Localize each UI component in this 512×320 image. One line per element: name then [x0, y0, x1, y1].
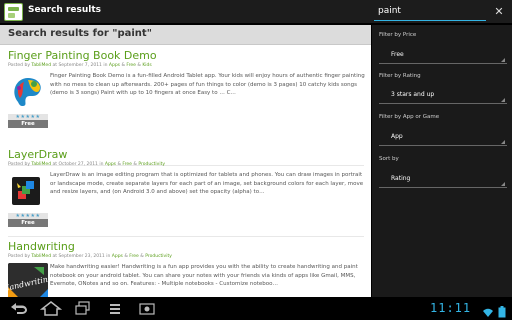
- back-icon[interactable]: [8, 301, 30, 316]
- category-link[interactable]: Free: [122, 162, 132, 167]
- filter-label: Filter by Price: [379, 32, 417, 38]
- action-bar: Search results paint ✕: [0, 0, 512, 24]
- dropdown-caret-icon: [501, 58, 505, 62]
- author-link[interactable]: TabliMed: [31, 63, 51, 68]
- category-link[interactable]: Free: [126, 63, 136, 68]
- home-icon[interactable]: [39, 301, 63, 316]
- list-item[interactable]: LayerDraw Posted by TabliMed at October …: [8, 148, 366, 229]
- result-meta: Posted by TabliMed at September 7, 2011 …: [8, 63, 152, 68]
- close-icon[interactable]: ✕: [491, 4, 507, 20]
- paint-splash-icon[interactable]: [8, 72, 48, 112]
- price-filter-select[interactable]: Free: [379, 46, 507, 64]
- category-link[interactable]: Free: [129, 254, 139, 259]
- result-meta: Posted by TabliMed at October 27, 2011 i…: [8, 162, 166, 167]
- result-title[interactable]: Finger Painting Book Demo: [8, 49, 366, 62]
- divider: [8, 236, 364, 237]
- price-badge: Free: [8, 219, 48, 227]
- search-query: paint: [378, 6, 401, 16]
- author-link[interactable]: TabliMed: [31, 254, 51, 259]
- category-link[interactable]: Apps: [105, 162, 116, 167]
- system-bar: 11:11: [0, 297, 512, 320]
- filter-label: Filter by App or Game: [379, 114, 440, 120]
- rating-filter-select[interactable]: 3 stars and up: [379, 86, 507, 104]
- page-title: Search results: [28, 5, 102, 15]
- layers-icon[interactable]: [8, 171, 48, 211]
- rating-filter-value: 3 stars and up: [391, 91, 435, 98]
- author-link[interactable]: TabliMed: [31, 162, 51, 167]
- result-description: LayerDraw is an image editing program th…: [50, 172, 364, 196]
- search-underline: [374, 20, 486, 21]
- dropdown-caret-icon: [501, 98, 505, 102]
- menu-icon[interactable]: [104, 301, 126, 316]
- battery-icon: [498, 303, 506, 318]
- results-heading: Search results for "paint": [8, 28, 152, 39]
- app-logo-icon[interactable]: [4, 3, 23, 21]
- wifi-icon: [482, 303, 494, 317]
- result-meta: Posted by TabliMed at September 23, 2011…: [8, 254, 172, 259]
- filter-label: Filter by Rating: [379, 73, 421, 79]
- filter-label: Sort by: [379, 156, 399, 162]
- dropdown-caret-icon: [501, 140, 505, 144]
- search-input[interactable]: paint: [374, 0, 486, 24]
- result-description: Make handwriting easier! Handwriting is …: [50, 264, 358, 288]
- dropdown-caret-icon: [501, 182, 505, 186]
- results-pane: Search results for "paint" Finger Painti…: [0, 25, 371, 297]
- sort-select[interactable]: Rating: [379, 170, 507, 188]
- screenshot-icon[interactable]: [136, 301, 158, 316]
- list-item[interactable]: Handwriting Posted by TabliMed at Septem…: [8, 240, 366, 297]
- results-header: Search results for "paint": [0, 25, 371, 45]
- result-description: Finger Painting Book Demo is a fun-fille…: [50, 73, 365, 97]
- result-title[interactable]: Handwriting: [8, 240, 366, 253]
- category-link[interactable]: Apps: [112, 254, 123, 259]
- clock[interactable]: 11:11: [430, 301, 471, 315]
- category-link[interactable]: Apps: [109, 63, 120, 68]
- type-filter-select[interactable]: App: [379, 128, 507, 146]
- handwriting-icon[interactable]: Handwriting: [8, 263, 48, 297]
- type-filter-value: App: [391, 133, 403, 140]
- category-link[interactable]: Productivity: [145, 254, 172, 259]
- price-badge: Free: [8, 120, 48, 128]
- price-filter-value: Free: [391, 51, 404, 58]
- filter-panel: Filter by Price Free Filter by Rating 3 …: [371, 25, 512, 297]
- result-title[interactable]: LayerDraw: [8, 148, 366, 161]
- list-item[interactable]: Finger Painting Book Demo Posted by Tabl…: [8, 49, 366, 130]
- category-link[interactable]: Productivity: [138, 162, 165, 167]
- sort-value: Rating: [391, 175, 411, 182]
- recent-apps-icon[interactable]: [72, 301, 94, 316]
- category-link[interactable]: Kids: [142, 63, 151, 68]
